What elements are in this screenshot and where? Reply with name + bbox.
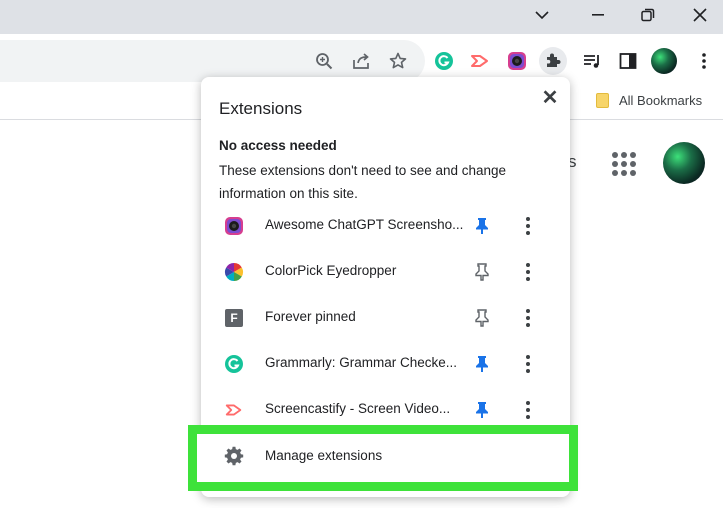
- extension-menu-icon[interactable]: [517, 399, 539, 421]
- all-bookmarks-button[interactable]: All Bookmarks: [596, 93, 702, 108]
- screencastify-icon: [224, 400, 244, 420]
- zoom-icon[interactable]: [310, 47, 338, 75]
- all-bookmarks-label: All Bookmarks: [619, 93, 703, 108]
- no-access-description: These extensions don't need to see and c…: [219, 163, 507, 201]
- avatar: [651, 48, 677, 74]
- pin-icon[interactable]: [471, 353, 493, 375]
- extensions-puzzle-icon[interactable]: [539, 47, 567, 75]
- extension-name: Forever pinned: [265, 309, 356, 324]
- screencastify-icon[interactable]: [466, 47, 494, 75]
- pin-outline-icon[interactable]: [471, 261, 493, 283]
- close-window-button[interactable]: [675, 0, 723, 30]
- manage-extensions-label: Manage extensions: [265, 448, 383, 463]
- share-icon[interactable]: [347, 47, 375, 75]
- gear-icon: [224, 446, 244, 466]
- title-bar: [0, 0, 723, 34]
- account-avatar[interactable]: [663, 142, 705, 184]
- extension-menu-icon[interactable]: [517, 215, 539, 237]
- tab-search-button[interactable]: [517, 0, 567, 30]
- extension-name: Awesome ChatGPT Screensho...: [265, 217, 464, 232]
- grammarly-icon: [224, 354, 244, 374]
- no-access-heading: No access needed: [219, 138, 337, 153]
- colorpick-icon: [224, 262, 244, 282]
- apps-grid-icon[interactable]: [612, 152, 636, 176]
- restore-icon: [641, 8, 655, 22]
- browser-menu-button[interactable]: [690, 47, 718, 75]
- extension-menu-icon[interactable]: [517, 307, 539, 329]
- extension-name: ColorPick Eyedropper: [265, 263, 397, 278]
- forever-pinned-icon: F: [224, 308, 244, 328]
- close-icon[interactable]: ✕: [538, 85, 562, 109]
- extension-row-awesome-screenshot[interactable]: Awesome ChatGPT Screensho...: [201, 203, 570, 249]
- extension-menu-icon[interactable]: [517, 353, 539, 375]
- minimize-icon: [592, 14, 604, 16]
- side-panel-icon[interactable]: [614, 47, 642, 75]
- restore-button[interactable]: [623, 0, 673, 30]
- awesome-screenshot-icon[interactable]: [503, 47, 531, 75]
- close-icon: [693, 8, 707, 22]
- folder-icon: [596, 93, 609, 108]
- bookmark-star-icon[interactable]: [384, 47, 412, 75]
- pin-outline-icon[interactable]: [471, 307, 493, 329]
- manage-extensions-button[interactable]: Manage extensions: [188, 425, 578, 491]
- awesome-screenshot-icon: [224, 216, 244, 236]
- profile-avatar-button[interactable]: [650, 47, 678, 75]
- grammarly-icon[interactable]: [430, 47, 458, 75]
- reading-list-icon[interactable]: [578, 47, 606, 75]
- extension-name: Grammarly: Grammar Checke...: [265, 355, 458, 370]
- chevron-down-icon: [535, 11, 549, 20]
- extension-row-colorpick[interactable]: ColorPick Eyedropper: [201, 249, 570, 295]
- kebab-menu-icon: [702, 53, 706, 69]
- extension-row-forever-pinned[interactable]: F Forever pinned: [201, 295, 570, 341]
- extensions-menu-title: Extensions: [219, 99, 303, 118]
- extension-row-grammarly[interactable]: Grammarly: Grammar Checke...: [201, 341, 570, 387]
- minimize-button[interactable]: [573, 0, 623, 30]
- extension-name: Screencastify - Screen Video...: [265, 401, 451, 416]
- pin-icon[interactable]: [471, 215, 493, 237]
- extension-menu-icon[interactable]: [517, 261, 539, 283]
- pin-icon[interactable]: [471, 399, 493, 421]
